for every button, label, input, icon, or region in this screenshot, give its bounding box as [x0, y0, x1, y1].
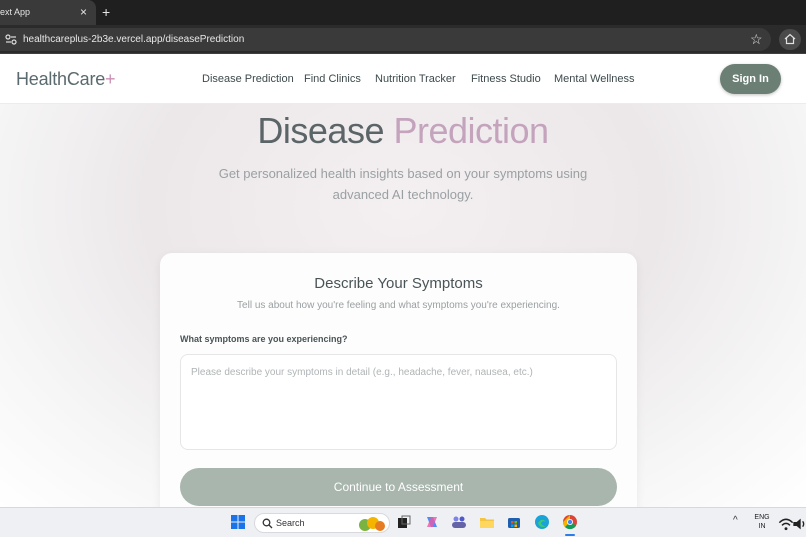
sign-in-button[interactable]: Sign In: [720, 64, 781, 94]
new-tab-icon[interactable]: +: [102, 4, 110, 20]
home-icon: [784, 33, 796, 45]
teams-icon[interactable]: [451, 514, 467, 530]
symptoms-field-label: What symptoms are you experiencing?: [180, 334, 348, 344]
language-indicator[interactable]: ENG IN: [752, 513, 772, 531]
page-title: Disease Prediction: [0, 110, 806, 152]
nav-nutrition-tracker[interactable]: Nutrition Tracker: [375, 73, 456, 85]
title-part-2: Prediction: [393, 110, 549, 151]
tab-title: ext App: [0, 7, 31, 17]
nav-find-clinics[interactable]: Find Clinics: [304, 73, 361, 85]
edge-icon[interactable]: [534, 514, 550, 530]
task-view-icon[interactable]: [396, 514, 412, 530]
windows-taskbar: Search ^ ENG IN: [0, 507, 806, 537]
nav-disease-prediction[interactable]: Disease Prediction: [202, 73, 294, 85]
site-logo[interactable]: HealthCare+: [16, 69, 116, 90]
search-label: Search: [276, 518, 305, 528]
symptoms-input[interactable]: [180, 354, 617, 450]
browser-toolbar: healthcareplus-2b3e.vercel.app/diseasePr…: [0, 25, 806, 54]
close-tab-icon[interactable]: ×: [80, 5, 87, 19]
chrome-icon[interactable]: [562, 514, 578, 530]
continue-to-assessment-button[interactable]: Continue to Assessment: [180, 468, 617, 506]
card-subtitle: Tell us about how you're feeling and wha…: [237, 300, 560, 311]
volume-icon[interactable]: [792, 516, 806, 532]
region-code: IN: [758, 523, 766, 530]
logo-text: HealthCare: [16, 69, 106, 89]
nav-mental-wellness[interactable]: Mental Wellness: [554, 73, 635, 85]
nav-fitness-studio[interactable]: Fitness Studio: [471, 73, 541, 85]
card-title: Describe Your Symptoms: [314, 275, 483, 292]
symptoms-card: Describe Your Symptoms Tell us about how…: [160, 253, 637, 533]
taskbar-search[interactable]: Search: [254, 513, 390, 533]
title-part-1: Disease: [257, 110, 384, 151]
site-info-icon[interactable]: [5, 34, 17, 45]
copilot-icon[interactable]: [424, 514, 440, 530]
show-hidden-icons-icon[interactable]: ^: [733, 515, 738, 526]
site-header: HealthCare+ Disease Prediction Find Clin…: [0, 54, 806, 104]
windows-start-icon[interactable]: [230, 514, 246, 530]
bookmark-star-icon[interactable]: ☆: [750, 31, 763, 47]
url-text[interactable]: healthcareplus-2b3e.vercel.app/diseasePr…: [23, 34, 244, 45]
browser-tab-strip: ext App × +: [0, 0, 806, 25]
browser-tab[interactable]: ext App ×: [0, 0, 96, 25]
logo-plus: +: [105, 69, 116, 89]
address-bar[interactable]: healthcareplus-2b3e.vercel.app/diseasePr…: [0, 28, 771, 51]
active-app-indicator: [565, 534, 575, 536]
language-code: ENG: [754, 514, 770, 521]
widgets-icon[interactable]: [355, 515, 387, 532]
page-subtitle: Get personalized health insights based o…: [218, 166, 588, 202]
home-button[interactable]: [779, 29, 801, 50]
store-icon[interactable]: [506, 514, 522, 530]
file-explorer-icon[interactable]: [479, 514, 495, 530]
search-icon: [262, 518, 273, 529]
